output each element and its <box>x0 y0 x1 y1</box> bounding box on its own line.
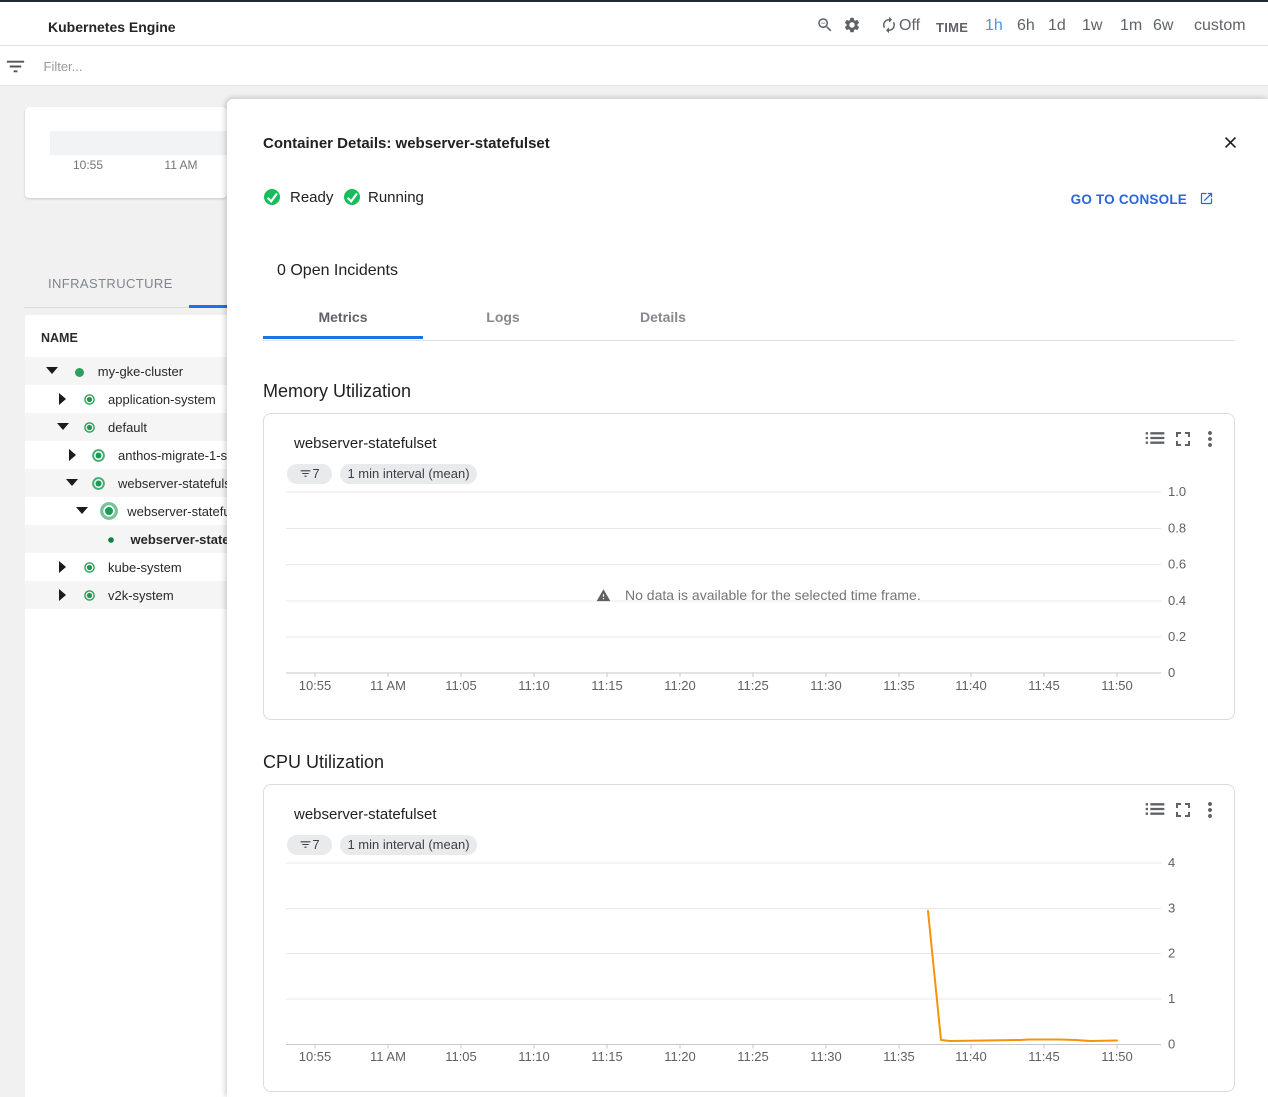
svg-text:11:30: 11:30 <box>810 678 842 693</box>
svg-text:11:05: 11:05 <box>445 678 477 693</box>
svg-text:11 AM: 11 AM <box>370 1049 406 1064</box>
svg-text:11:40: 11:40 <box>955 678 987 693</box>
svg-text:11:45: 11:45 <box>1028 1049 1060 1064</box>
svg-text:10:55: 10:55 <box>299 1049 332 1064</box>
svg-text:0.6: 0.6 <box>1168 557 1186 572</box>
svg-text:11:10: 11:10 <box>518 678 550 693</box>
svg-text:11:15: 11:15 <box>591 678 623 693</box>
svg-text:11 AM: 11 AM <box>370 678 406 693</box>
svg-text:1.0: 1.0 <box>1168 484 1186 499</box>
svg-text:11:10: 11:10 <box>518 1049 550 1064</box>
svg-text:2: 2 <box>1168 946 1175 961</box>
svg-text:11:25: 11:25 <box>737 678 769 693</box>
svg-text:10:55: 10:55 <box>299 678 332 693</box>
svg-text:0: 0 <box>1168 665 1175 680</box>
svg-text:0.2: 0.2 <box>1168 629 1186 644</box>
svg-text:0: 0 <box>1168 1037 1175 1052</box>
svg-text:0.4: 0.4 <box>1168 593 1186 608</box>
svg-text:11:35: 11:35 <box>883 678 915 693</box>
svg-text:11:30: 11:30 <box>810 1049 842 1064</box>
svg-text:3: 3 <box>1168 901 1175 916</box>
svg-text:11:50: 11:50 <box>1101 678 1133 693</box>
svg-text:11:50: 11:50 <box>1101 1049 1133 1064</box>
svg-text:11:35: 11:35 <box>883 1049 915 1064</box>
svg-text:No data is available for the s: No data is available for the selected ti… <box>625 587 921 603</box>
svg-text:0.8: 0.8 <box>1168 521 1186 536</box>
svg-text:11:25: 11:25 <box>737 1049 769 1064</box>
svg-text:11:45: 11:45 <box>1028 678 1060 693</box>
svg-text:11:20: 11:20 <box>664 678 696 693</box>
svg-text:11:05: 11:05 <box>445 1049 477 1064</box>
svg-text:1: 1 <box>1168 991 1175 1006</box>
svg-text:11:15: 11:15 <box>591 1049 623 1064</box>
svg-text:11:20: 11:20 <box>664 1049 696 1064</box>
svg-text:11:40: 11:40 <box>955 1049 987 1064</box>
svg-text:4: 4 <box>1168 855 1175 870</box>
